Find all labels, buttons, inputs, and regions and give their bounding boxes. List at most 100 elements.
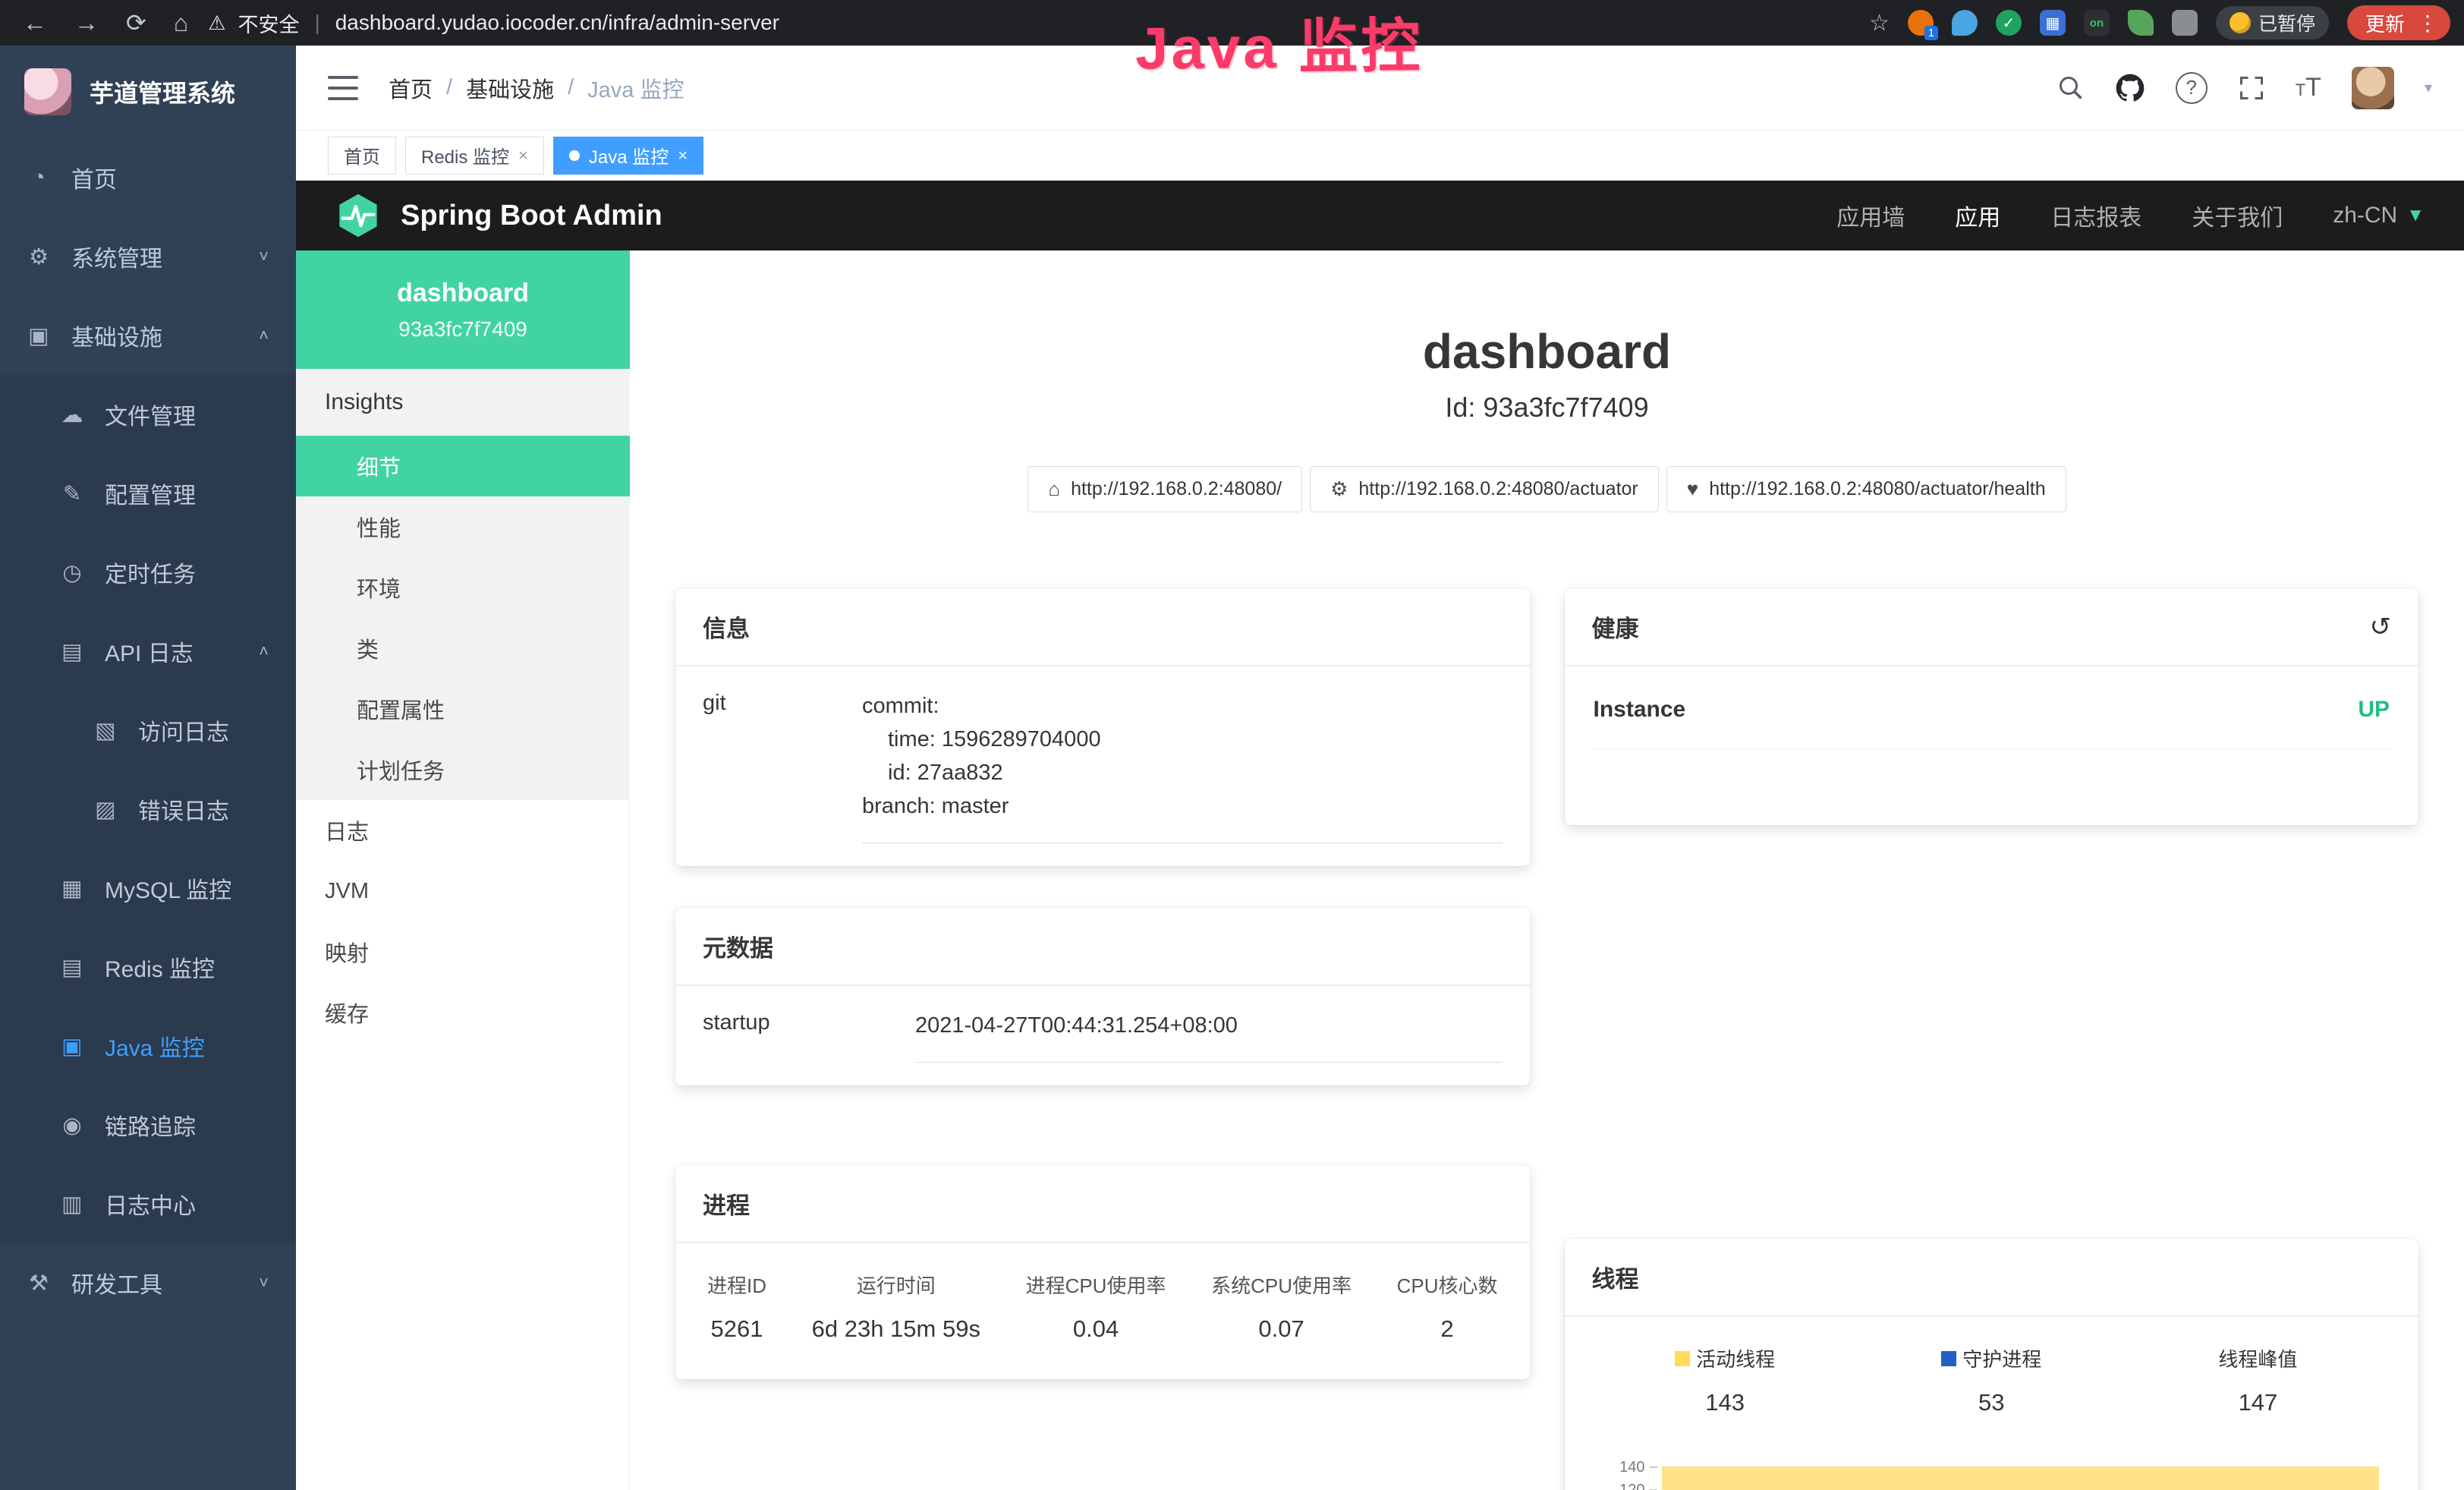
chevron-down-icon[interactable]: ▾ bbox=[2425, 78, 2432, 97]
locale-select[interactable]: zh-CN ▼ bbox=[2333, 203, 2425, 228]
sba-item-mappings[interactable]: 映射 bbox=[296, 921, 630, 982]
heart-icon: ♥ bbox=[1687, 477, 1698, 501]
sidebar-item-error-logs[interactable]: ▨ 错误日志 bbox=[0, 770, 296, 849]
address-bar[interactable]: ⚠ 不安全 | dashboard.yudao.iocoder.cn/infra… bbox=[208, 8, 1869, 38]
github-icon[interactable] bbox=[2115, 73, 2145, 103]
sidebar-item-config-management[interactable]: ✎ 配置管理 bbox=[0, 454, 296, 533]
breadcrumb-section[interactable]: 基础设施 bbox=[466, 72, 554, 104]
gear-icon: ⚙ bbox=[24, 244, 53, 270]
sidebar-item-redis-monitor[interactable]: ▤ Redis 监控 bbox=[0, 928, 296, 1006]
info-key: git bbox=[703, 689, 862, 843]
process-col-header: CPU核心数 bbox=[1397, 1271, 1498, 1299]
user-avatar[interactable] bbox=[2352, 67, 2394, 109]
process-col-value: 6d 23h 15m 59s bbox=[812, 1315, 980, 1343]
sidebar-item-file-management[interactable]: ☁ 文件管理 bbox=[0, 375, 296, 454]
sba-item-jvm[interactable]: JVM bbox=[296, 861, 630, 921]
url-text[interactable]: dashboard.yudao.iocoder.cn/infra/admin-s… bbox=[335, 11, 779, 35]
threads-card-title: 线程 bbox=[1565, 1239, 2419, 1317]
service-url-button[interactable]: ⌂ http://192.168.0.2:48080/ bbox=[1027, 466, 1302, 512]
process-table: 进程ID 5261 运行时间 6d 23h 15m 59s bbox=[703, 1266, 1503, 1356]
browser-menu-icon[interactable]: ⋮ bbox=[2417, 11, 2443, 36]
sba-item-scheduled-tasks[interactable]: 计划任务 bbox=[296, 739, 630, 800]
active-threads-area bbox=[1662, 1466, 2380, 1490]
extension-leaf-icon[interactable] bbox=[2128, 10, 2154, 36]
legend-label: 活动线程 bbox=[1696, 1344, 1775, 1372]
sidebar-item-system[interactable]: ⚙ 系统管理 ˅ bbox=[0, 217, 296, 296]
health-instance-row[interactable]: Instance UP bbox=[1592, 689, 2392, 749]
paused-badge[interactable]: 已暂停 bbox=[2216, 6, 2329, 39]
eye-icon: ◉ bbox=[58, 1112, 87, 1139]
close-icon[interactable]: × bbox=[518, 146, 528, 165]
sidebar-item-java-monitor[interactable]: ▣ Java 监控 bbox=[0, 1006, 296, 1085]
extension-switch-icon[interactable]: on bbox=[2084, 10, 2110, 36]
sidebar-item-access-logs[interactable]: ▧ 访问日志 bbox=[0, 691, 296, 770]
process-col-value: 0.04 bbox=[1026, 1315, 1166, 1343]
active-threads-value: 143 bbox=[1592, 1389, 1858, 1416]
search-icon[interactable] bbox=[2057, 74, 2085, 102]
app-logo[interactable]: 芋道管理系统 bbox=[0, 46, 296, 138]
sba-item-details[interactable]: 细节 bbox=[296, 436, 630, 496]
fullscreen-icon[interactable] bbox=[2238, 74, 2265, 102]
tab-java-monitor[interactable]: Java 监控 × bbox=[553, 137, 703, 175]
reload-icon[interactable]: ⟳ bbox=[126, 8, 146, 37]
health-url-button[interactable]: ♥ http://192.168.0.2:48080/actuator/heal… bbox=[1666, 466, 2066, 512]
extension-check-icon[interactable]: ✓ bbox=[1996, 10, 2022, 36]
sba-item-environment[interactable]: 环境 bbox=[296, 557, 630, 618]
sidebar-item-mysql-monitor[interactable]: ▦ MySQL 监控 bbox=[0, 849, 296, 928]
breadcrumb-home[interactable]: 首页 bbox=[389, 72, 433, 104]
sba-nav-wallboard[interactable]: 应用墙 bbox=[1836, 199, 1905, 232]
sidebar-item-log-center[interactable]: ▥ 日志中心 bbox=[0, 1164, 296, 1243]
sidebar-item-api-logs[interactable]: ▤ API 日志 ˄ bbox=[0, 612, 296, 691]
peak-threads-value: 147 bbox=[2125, 1389, 2391, 1416]
plot-area bbox=[1657, 1456, 2392, 1490]
sba-nav-journal[interactable]: 日志报表 bbox=[2050, 199, 2141, 232]
font-size-icon[interactable]: TT bbox=[2296, 73, 2321, 102]
sidebar-item-infrastructure[interactable]: ▣ 基础设施 ˄ bbox=[0, 296, 296, 375]
sba-nav-applications[interactable]: 应用 bbox=[1955, 199, 2000, 232]
process-card-title: 进程 bbox=[675, 1165, 1530, 1243]
extension-drop-icon[interactable] bbox=[1952, 10, 1978, 36]
instance-header[interactable]: dashboard 93a3fc7f7409 bbox=[296, 250, 630, 369]
extension-badge: 1 bbox=[1924, 26, 1938, 40]
database-icon: ▦ bbox=[58, 875, 87, 902]
sidebar-collapse-icon[interactable] bbox=[328, 76, 358, 100]
actuator-url-button[interactable]: ⚙ http://192.168.0.2:48080/actuator bbox=[1310, 466, 1659, 512]
clock-icon: ◷ bbox=[58, 559, 87, 586]
sidebar-item-tracing[interactable]: ◉ 链路追踪 bbox=[0, 1085, 296, 1164]
sba-item-logs[interactable]: 日志 bbox=[296, 800, 630, 861]
info-value: commit: time: 1596289704000 id: 27aa832 … bbox=[862, 689, 1503, 843]
sba-brand[interactable]: Spring Boot Admin bbox=[335, 193, 662, 238]
forward-icon[interactable]: → bbox=[74, 9, 99, 37]
security-warning-icon[interactable]: ⚠ bbox=[208, 11, 225, 35]
update-button[interactable]: 更新 ⋮ bbox=[2347, 5, 2450, 40]
extension-grid-icon[interactable]: ▦ bbox=[2040, 10, 2066, 36]
help-icon[interactable]: ? bbox=[2176, 72, 2208, 104]
edit-icon: ✎ bbox=[58, 480, 87, 507]
close-icon[interactable]: × bbox=[678, 146, 688, 165]
extensions-puzzle-icon[interactable] bbox=[2172, 10, 2198, 36]
sba-item-configprops[interactable]: 配置属性 bbox=[296, 679, 630, 739]
active-dot bbox=[569, 150, 580, 161]
tab-home[interactable]: 首页 bbox=[328, 137, 396, 175]
document-icon: ▤ bbox=[58, 638, 87, 665]
tab-redis-monitor[interactable]: Redis 监控 × bbox=[405, 137, 544, 175]
security-label[interactable]: 不安全 bbox=[238, 8, 299, 38]
bookmark-star-icon[interactable]: ☆ bbox=[1869, 10, 1890, 36]
sidebar-item-home[interactable]: ◔ 首页 bbox=[0, 138, 296, 217]
layers-icon: ▤ bbox=[58, 954, 87, 981]
process-col-header: 运行时间 bbox=[812, 1271, 980, 1299]
sba-item-caches[interactable]: 缓存 bbox=[296, 982, 630, 1043]
history-refresh-icon[interactable]: ↺ bbox=[2370, 612, 2392, 642]
infra-icon: ▣ bbox=[24, 323, 53, 349]
home-icon[interactable]: ⌂ bbox=[174, 9, 188, 37]
page-subtitle: Id: 93a3fc7f7409 bbox=[675, 392, 2418, 424]
sidebar-item-dev-tools[interactable]: ⚒ 研发工具 ˅ bbox=[0, 1243, 296, 1322]
legend-label: 守护进程 bbox=[1962, 1344, 2041, 1372]
extension-fox-icon[interactable]: 1 bbox=[1908, 10, 1934, 36]
info-card: 信息 git commit: time: 1596289704000 id: 2… bbox=[675, 588, 1530, 866]
back-icon[interactable]: ← bbox=[23, 9, 47, 37]
sba-item-classes[interactable]: 类 bbox=[296, 618, 630, 679]
sba-item-metrics[interactable]: 性能 bbox=[296, 496, 630, 557]
sidebar-item-scheduled-tasks[interactable]: ◷ 定时任务 bbox=[0, 533, 296, 612]
sba-nav-about[interactable]: 关于我们 bbox=[2192, 199, 2283, 232]
